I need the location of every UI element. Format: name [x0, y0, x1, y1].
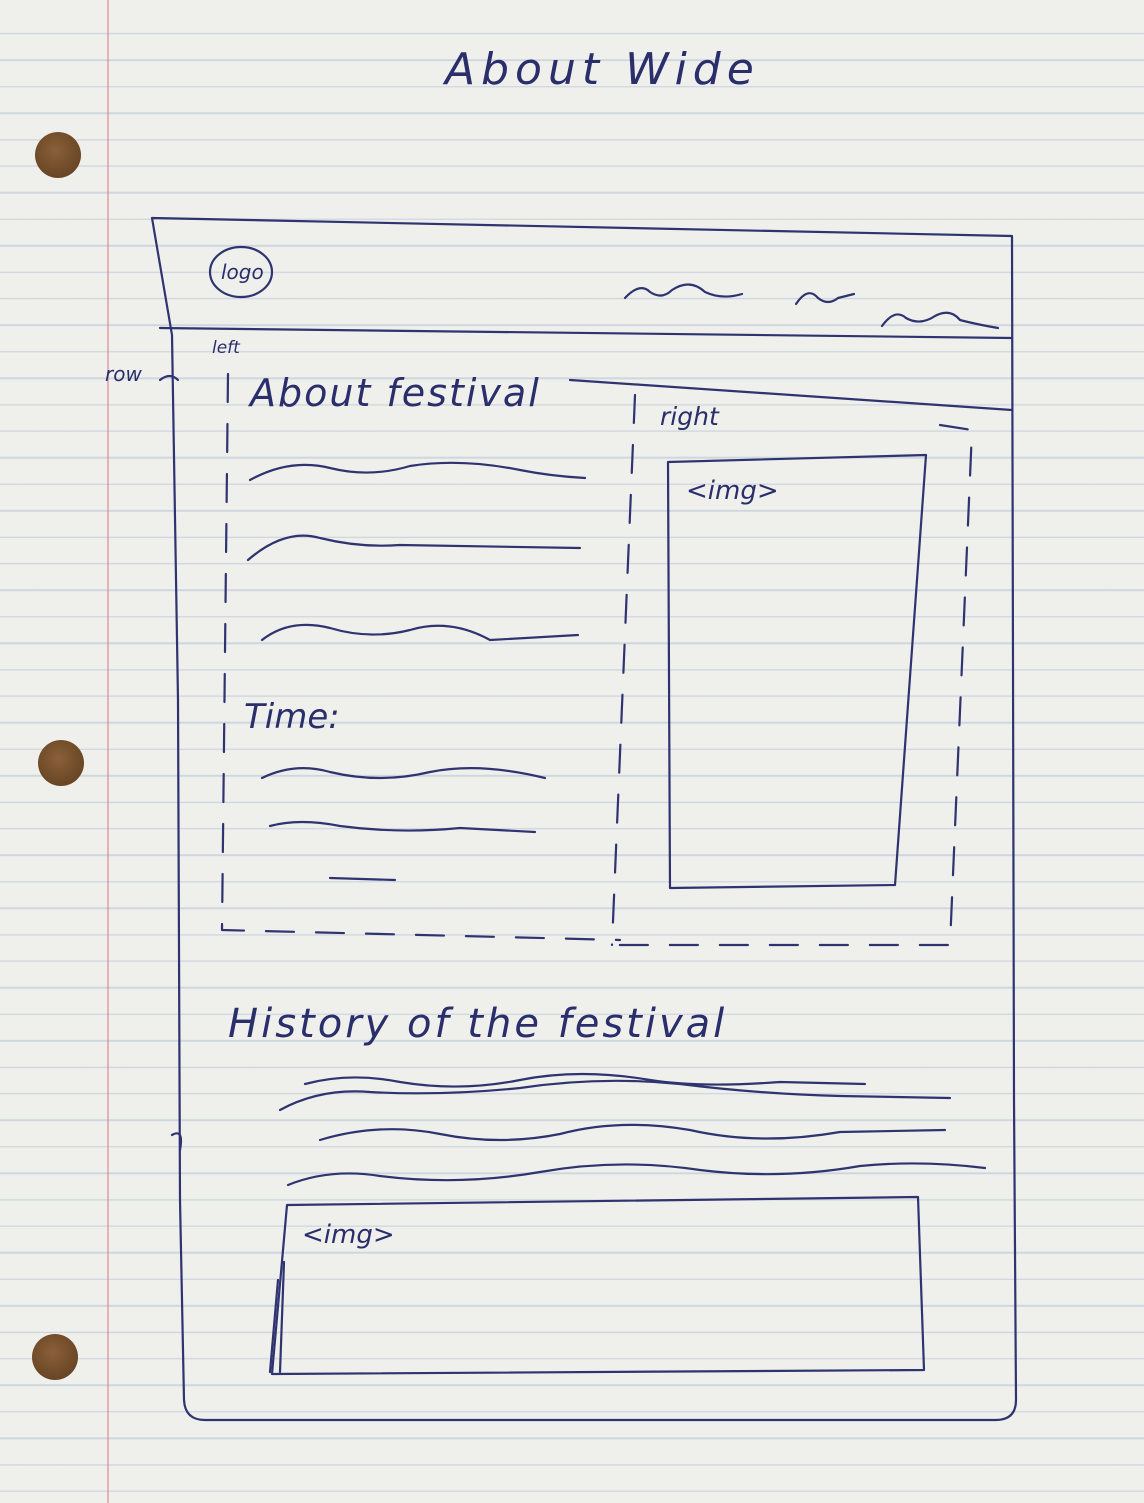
history-text-line [303, 1072, 867, 1088]
left-column-bracket [220, 372, 622, 942]
row-line [568, 378, 1014, 412]
wireframe-sketch [150, 216, 1018, 1422]
right-image-box [666, 453, 928, 890]
history-text-line [318, 1123, 947, 1142]
row-label: row [105, 362, 142, 386]
right-image-label: <img> [686, 476, 779, 506]
text-line [328, 876, 397, 882]
text-line [246, 534, 582, 562]
time-label: Time: [244, 697, 340, 737]
nav-scribble-2 [794, 292, 856, 306]
history-text-line [278, 1079, 952, 1112]
left-label: left [212, 338, 240, 358]
history-heading: History of the festival [228, 1001, 728, 1047]
text-line [260, 767, 547, 780]
page-title: About Wide [445, 44, 760, 95]
header-divider [158, 326, 1014, 340]
nav-scribble-3 [880, 311, 1000, 330]
right-column-bracket [610, 423, 974, 947]
text-line [248, 461, 587, 482]
nav-scribble-1 [623, 283, 744, 300]
right-label: right [660, 402, 719, 431]
history-image-label: <img> [302, 1220, 395, 1250]
row-bracket [158, 374, 180, 382]
about-festival-heading: About festival [250, 371, 541, 415]
history-text-line [286, 1162, 987, 1187]
text-line [260, 623, 580, 642]
text-line [268, 820, 537, 834]
column-divider [610, 393, 637, 947]
logo: logo [221, 260, 264, 284]
